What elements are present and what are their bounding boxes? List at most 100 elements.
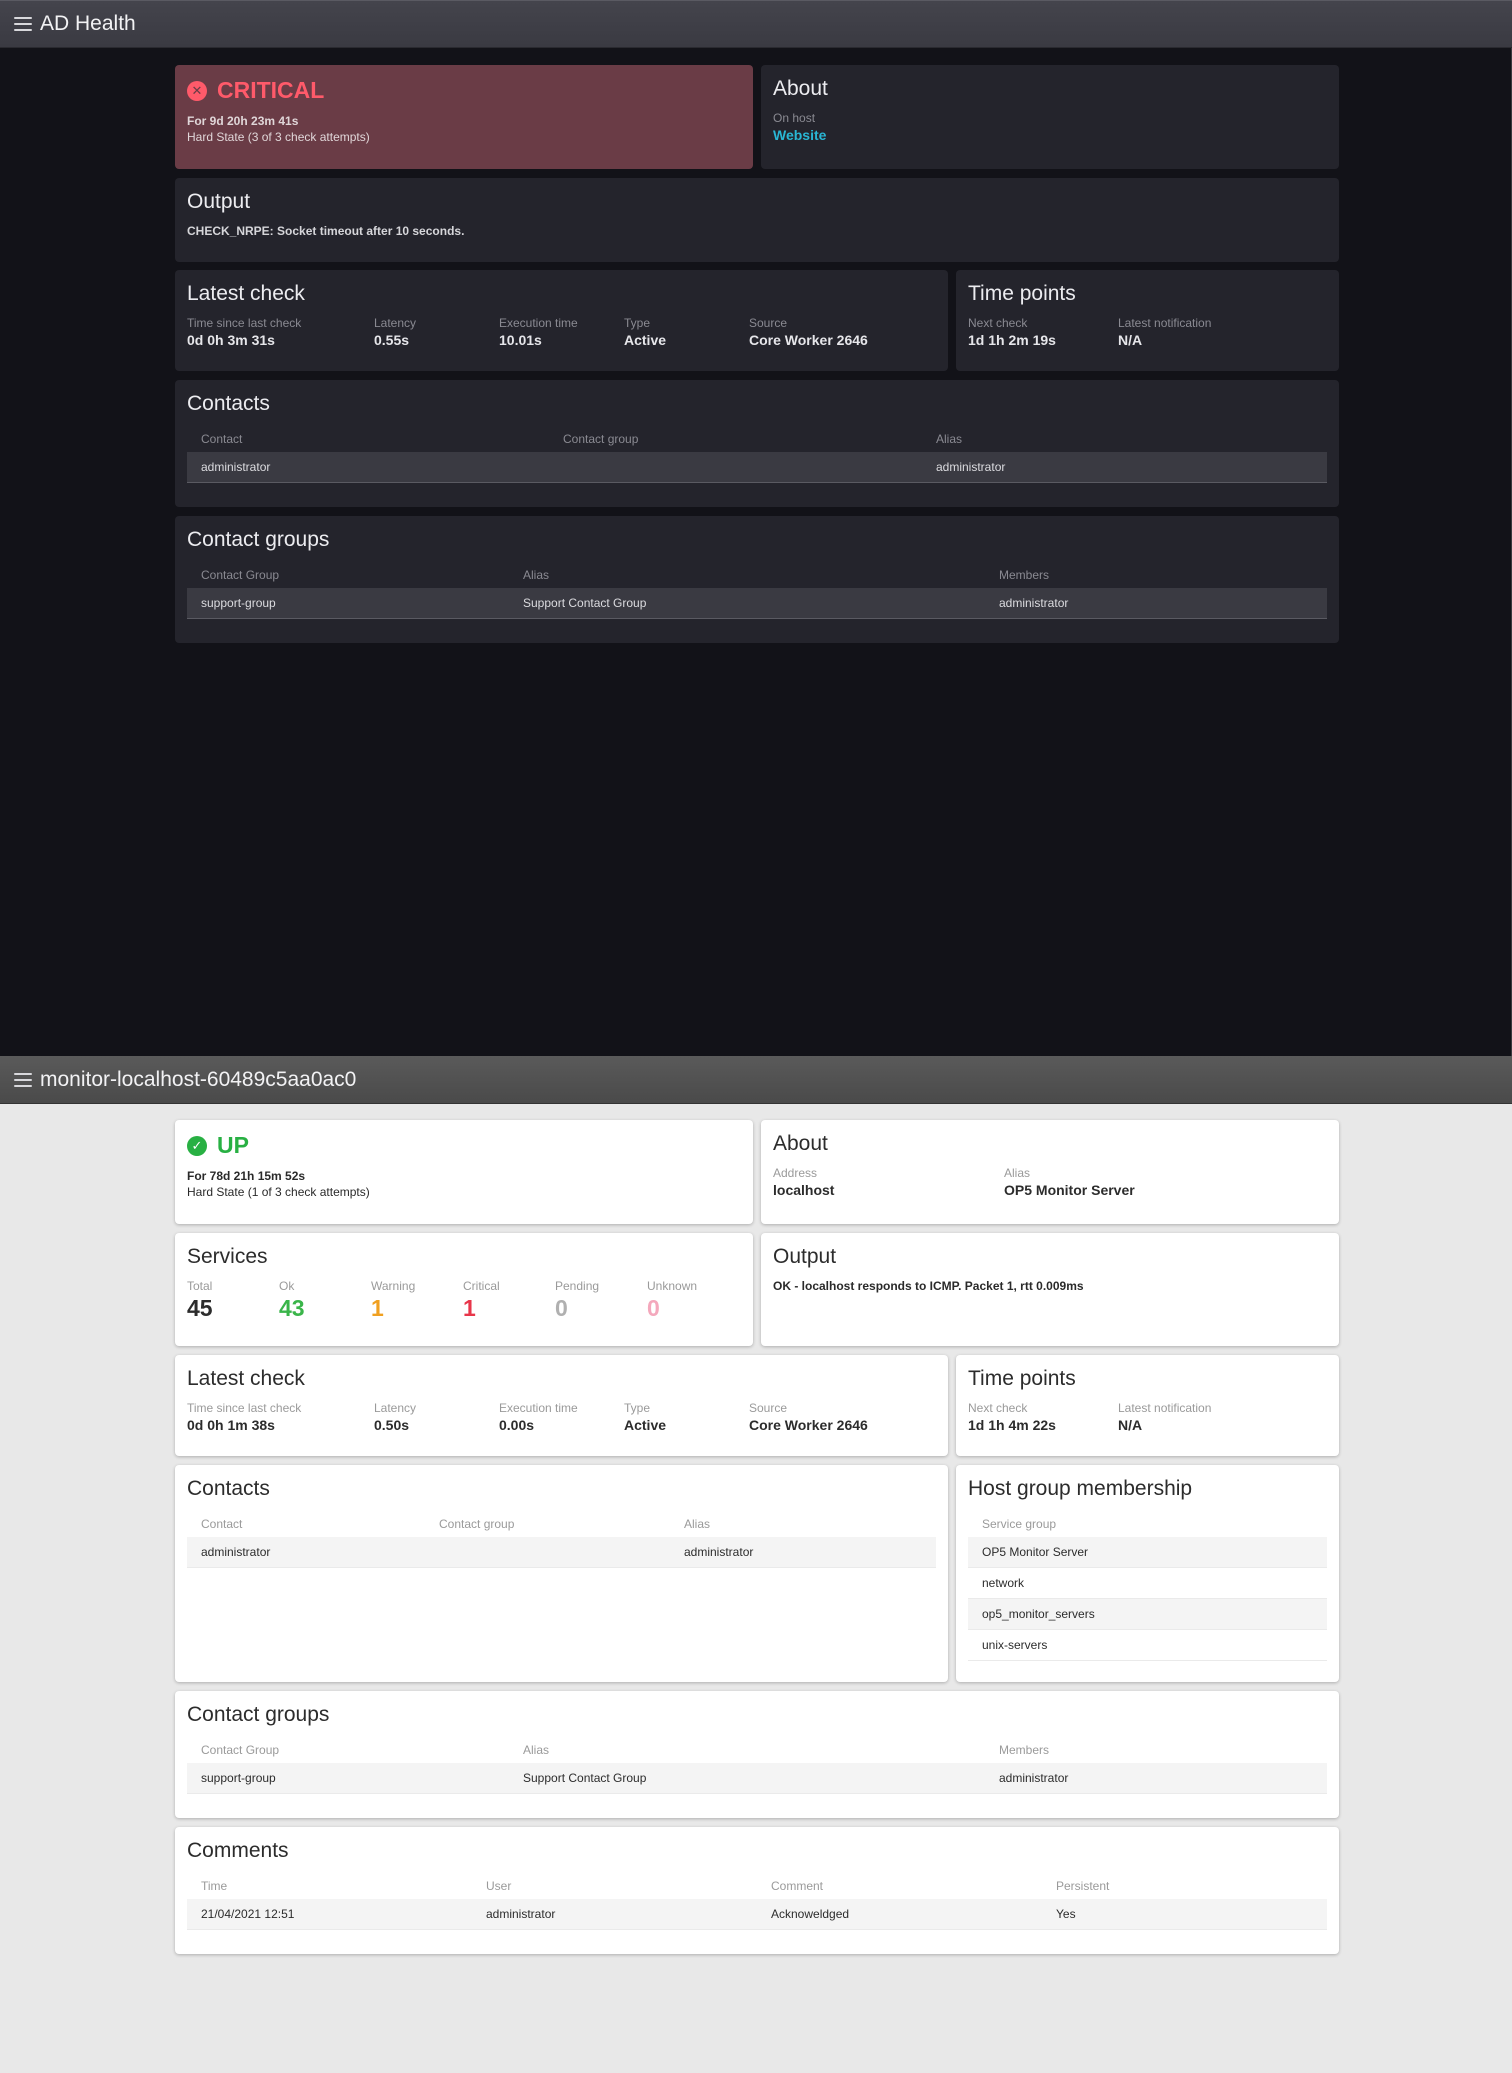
host-group-membership-title: Host group membership [968,1477,1193,1500]
table-row: OP5 Monitor Server [968,1537,1327,1568]
table-cell: support-group [201,1771,276,1785]
field-value: 1d 1h 4m 22s [968,1417,1056,1433]
column-header: User [486,1879,512,1893]
check-circle-icon: ✓ [187,1135,207,1156]
contact-groups-title: Contact groups [187,1703,330,1726]
output-card: Output OK - localhost responds to ICMP. … [761,1233,1339,1346]
comments-card: Comments Time User Comment Persistent 21… [175,1827,1339,1954]
time-points-card: Time points Next check 1d 1h 4m 22s Late… [956,1355,1339,1456]
output-card: Output CHECK_NRPE: Socket timeout after … [175,178,1339,262]
field-latency: Latency 0.55s [374,316,499,348]
time-points-title: Time points [968,282,1076,305]
table-row: administrator administrator [187,452,1327,483]
column-header: Contact [201,432,243,446]
field-value: N/A [1118,1417,1143,1433]
table-row: 21/04/2021 12:51 administrator Acknoweld… [187,1899,1327,1930]
service-count-total[interactable]: Total 45 [187,1279,279,1322]
table-cell: Support Contact Group [523,596,647,610]
field-latest-notification: Latest notification N/A [1118,316,1318,348]
contacts-table: Contact Contact group Alias administrato… [187,426,1327,483]
column-header: Contact group [439,1517,515,1531]
table-cell: support-group [201,596,276,610]
column-header: Contact Group [201,568,280,582]
about-card: About Address localhost Alias OP5 Monito… [761,1120,1339,1224]
field-label: Address [773,1166,818,1180]
table-row: op5_monitor_servers [968,1598,1327,1630]
table-cell: Support Contact Group [523,1771,647,1785]
status-card: ✕ CRITICAL For 9d 20h 23m 41s Hard State… [175,65,753,169]
field-label: Next check [968,316,1028,330]
column-header: Members [999,568,1050,582]
table-row: network [968,1568,1327,1599]
host-group-membership-card: Host group membership Service group OP5 … [956,1465,1339,1682]
column-header: Members [999,1743,1050,1757]
host-link[interactable]: Website [773,127,826,143]
service-count-pending[interactable]: Pending 0 [555,1279,647,1322]
table-cell: administrator [684,1545,754,1559]
services-title: Services [187,1245,268,1268]
comments-title: Comments [187,1839,289,1862]
table-cell: administrator [486,1907,556,1921]
table-cell: network [982,1576,1025,1590]
table-cell: 21/04/2021 12:51 [201,1907,295,1921]
column-header: Alias [523,568,550,582]
field-alias: Alias OP5 Monitor Server [1004,1166,1304,1198]
field-label: Pending [555,1279,600,1293]
service-count-critical[interactable]: Critical 1 [463,1279,555,1322]
field-execution-time: Execution time 10.01s [499,316,624,348]
field-label: Ok [279,1279,295,1293]
contacts-table: Contact Contact group Alias administrato… [187,1511,936,1568]
field-value: 0d 0h 1m 38s [187,1417,275,1433]
status-duration: For 9d 20h 23m 41s [187,114,299,128]
status-label: UP [217,1132,249,1158]
field-label: Total [187,1279,213,1293]
service-count-ok[interactable]: Ok 43 [279,1279,371,1322]
table-row: support-group Support Contact Group admi… [187,1763,1327,1794]
field-next-check: Next check 1d 1h 4m 22s [968,1401,1118,1433]
field-label: Source [749,1401,788,1415]
service-count-warning[interactable]: Warning 1 [371,1279,463,1322]
field-latest-notification: Latest notification N/A [1118,1401,1318,1433]
column-header: Service group [982,1517,1057,1531]
output-text: CHECK_NRPE: Socket timeout after 10 seco… [187,224,465,238]
menu-icon[interactable] [14,17,32,31]
field-label: Type [624,1401,651,1415]
table-cell: Acknoweldged [771,1907,850,1921]
field-label: Latency [374,316,417,330]
contact-groups-table: Contact Group Alias Members support-grou… [187,1737,1327,1794]
field-source: Source Core Worker 2646 [749,1401,929,1433]
latest-check-card: Latest check Time since last check 0d 0h… [175,270,948,371]
status-label: CRITICAL [217,77,325,103]
column-header: Time [201,1879,228,1893]
field-value: N/A [1118,332,1143,348]
output-text: OK - localhost responds to ICMP. Packet … [773,1279,1084,1293]
field-value: 1 [371,1295,384,1321]
about-title: About [773,1132,828,1155]
field-label: Next check [968,1401,1028,1415]
menu-icon[interactable] [14,1072,32,1087]
table-cell: administrator [201,460,271,474]
contact-groups-card: Contact groups Contact Group Alias Membe… [175,516,1339,643]
field-source: Source Core Worker 2646 [749,316,929,348]
field-value: Active [624,1417,667,1433]
field-value: localhost [773,1182,835,1198]
field-execution-time: Execution time 0.00s [499,1401,624,1433]
critical-icon: ✕ [187,80,207,101]
table-cell: administrator [936,460,1006,474]
page-title: monitor-localhost-60489c5aa0ac0 [40,1067,357,1091]
latest-check-title: Latest check [187,1367,305,1390]
service-detail-panel: AD Health ✕ CRITICAL For 9d 20h 23m 41s … [0,0,1512,1056]
about-title: About [773,77,828,100]
table-cell: op5_monitor_servers [982,1607,1095,1621]
field-value: OP5 Monitor Server [1004,1182,1135,1198]
field-label: Unknown [647,1279,698,1293]
field-value: 1d 1h 2m 19s [968,332,1056,348]
column-header: Contact [201,1517,243,1531]
field-label: Time since last check [187,316,302,330]
field-label: Source [749,316,788,330]
table-cell: Yes [1056,1907,1076,1921]
table-row: administrator administrator [187,1537,936,1568]
table-row: unix-servers [968,1630,1327,1661]
field-value: 0d 0h 3m 31s [187,332,275,348]
service-count-unknown[interactable]: Unknown 0 [647,1279,739,1322]
